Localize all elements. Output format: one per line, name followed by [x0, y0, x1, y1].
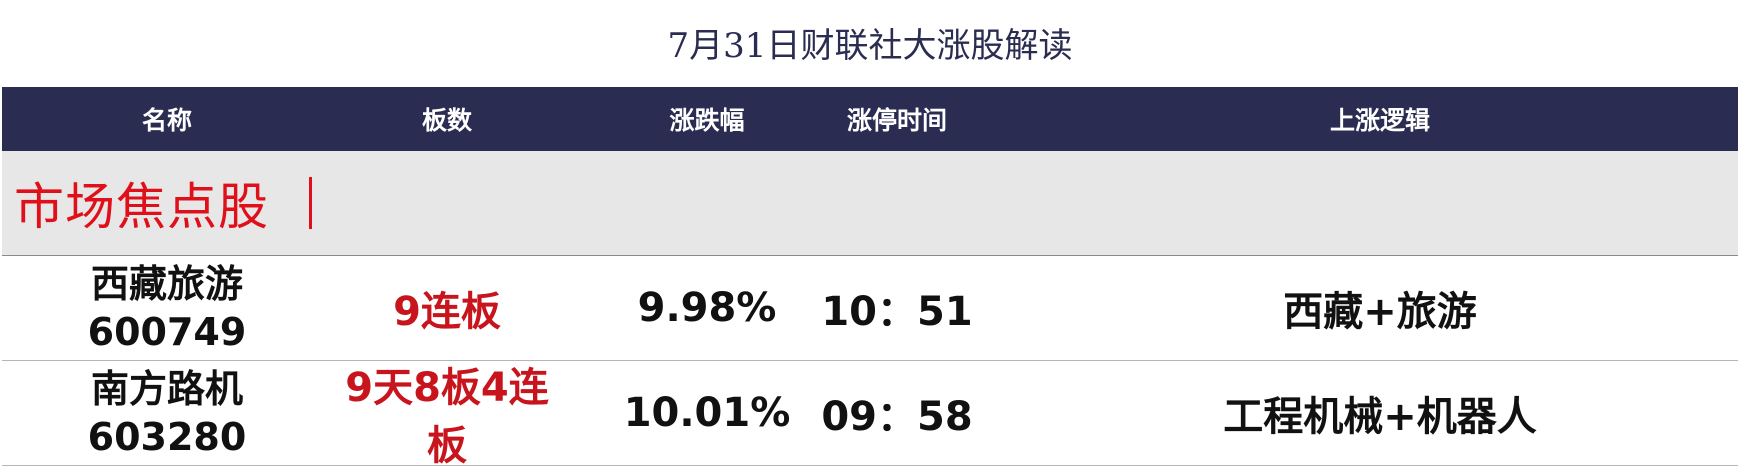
section-label-text: 市场焦点股 — [14, 178, 269, 236]
table-row: 南方路机 603280 9天8板4连板 10.01% 09：58 工程机械+机器… — [2, 361, 1738, 469]
stock-name: 西藏旅游 — [90, 262, 243, 306]
limit-time-value: 10：51 — [821, 289, 973, 335]
stock-code: 600749 — [87, 310, 247, 354]
stock-cell: 西藏旅游 600749 — [2, 256, 332, 360]
logic-value: 西藏+旅游 — [1283, 289, 1477, 335]
section-label: 市场焦点股 — [14, 151, 312, 255]
stock-cell: 南方路机 603280 — [2, 361, 332, 465]
table-row: 西藏旅游 600749 9连板 9.98% 10：51 西藏+旅游 — [2, 256, 1738, 361]
header-limit-time: 涨停时间 — [846, 106, 947, 135]
table-header: 名称 板数 涨跌幅 涨停时间 上涨逻辑 — [2, 87, 1738, 151]
section-bar: 市场焦点股 — [2, 151, 1738, 256]
section-divider — [309, 177, 312, 229]
header-boards: 板数 — [421, 106, 472, 135]
boards-value: 9天8板4连板 — [345, 365, 549, 469]
header-name: 名称 — [141, 106, 192, 135]
logic-value: 工程机械+机器人 — [1223, 394, 1537, 440]
boards-value: 9连板 — [393, 289, 501, 335]
stock-name: 南方路机 — [90, 367, 243, 411]
stock-table: 名称 板数 涨跌幅 涨停时间 上涨逻辑 市场焦点股 西藏旅游 600749 9连… — [2, 87, 1738, 469]
stock-code: 603280 — [87, 415, 247, 459]
page-title: 7月31日财联社大涨股解读 — [667, 26, 1073, 66]
limit-time-value: 09：58 — [821, 394, 973, 440]
header-logic: 上涨逻辑 — [1329, 106, 1430, 135]
